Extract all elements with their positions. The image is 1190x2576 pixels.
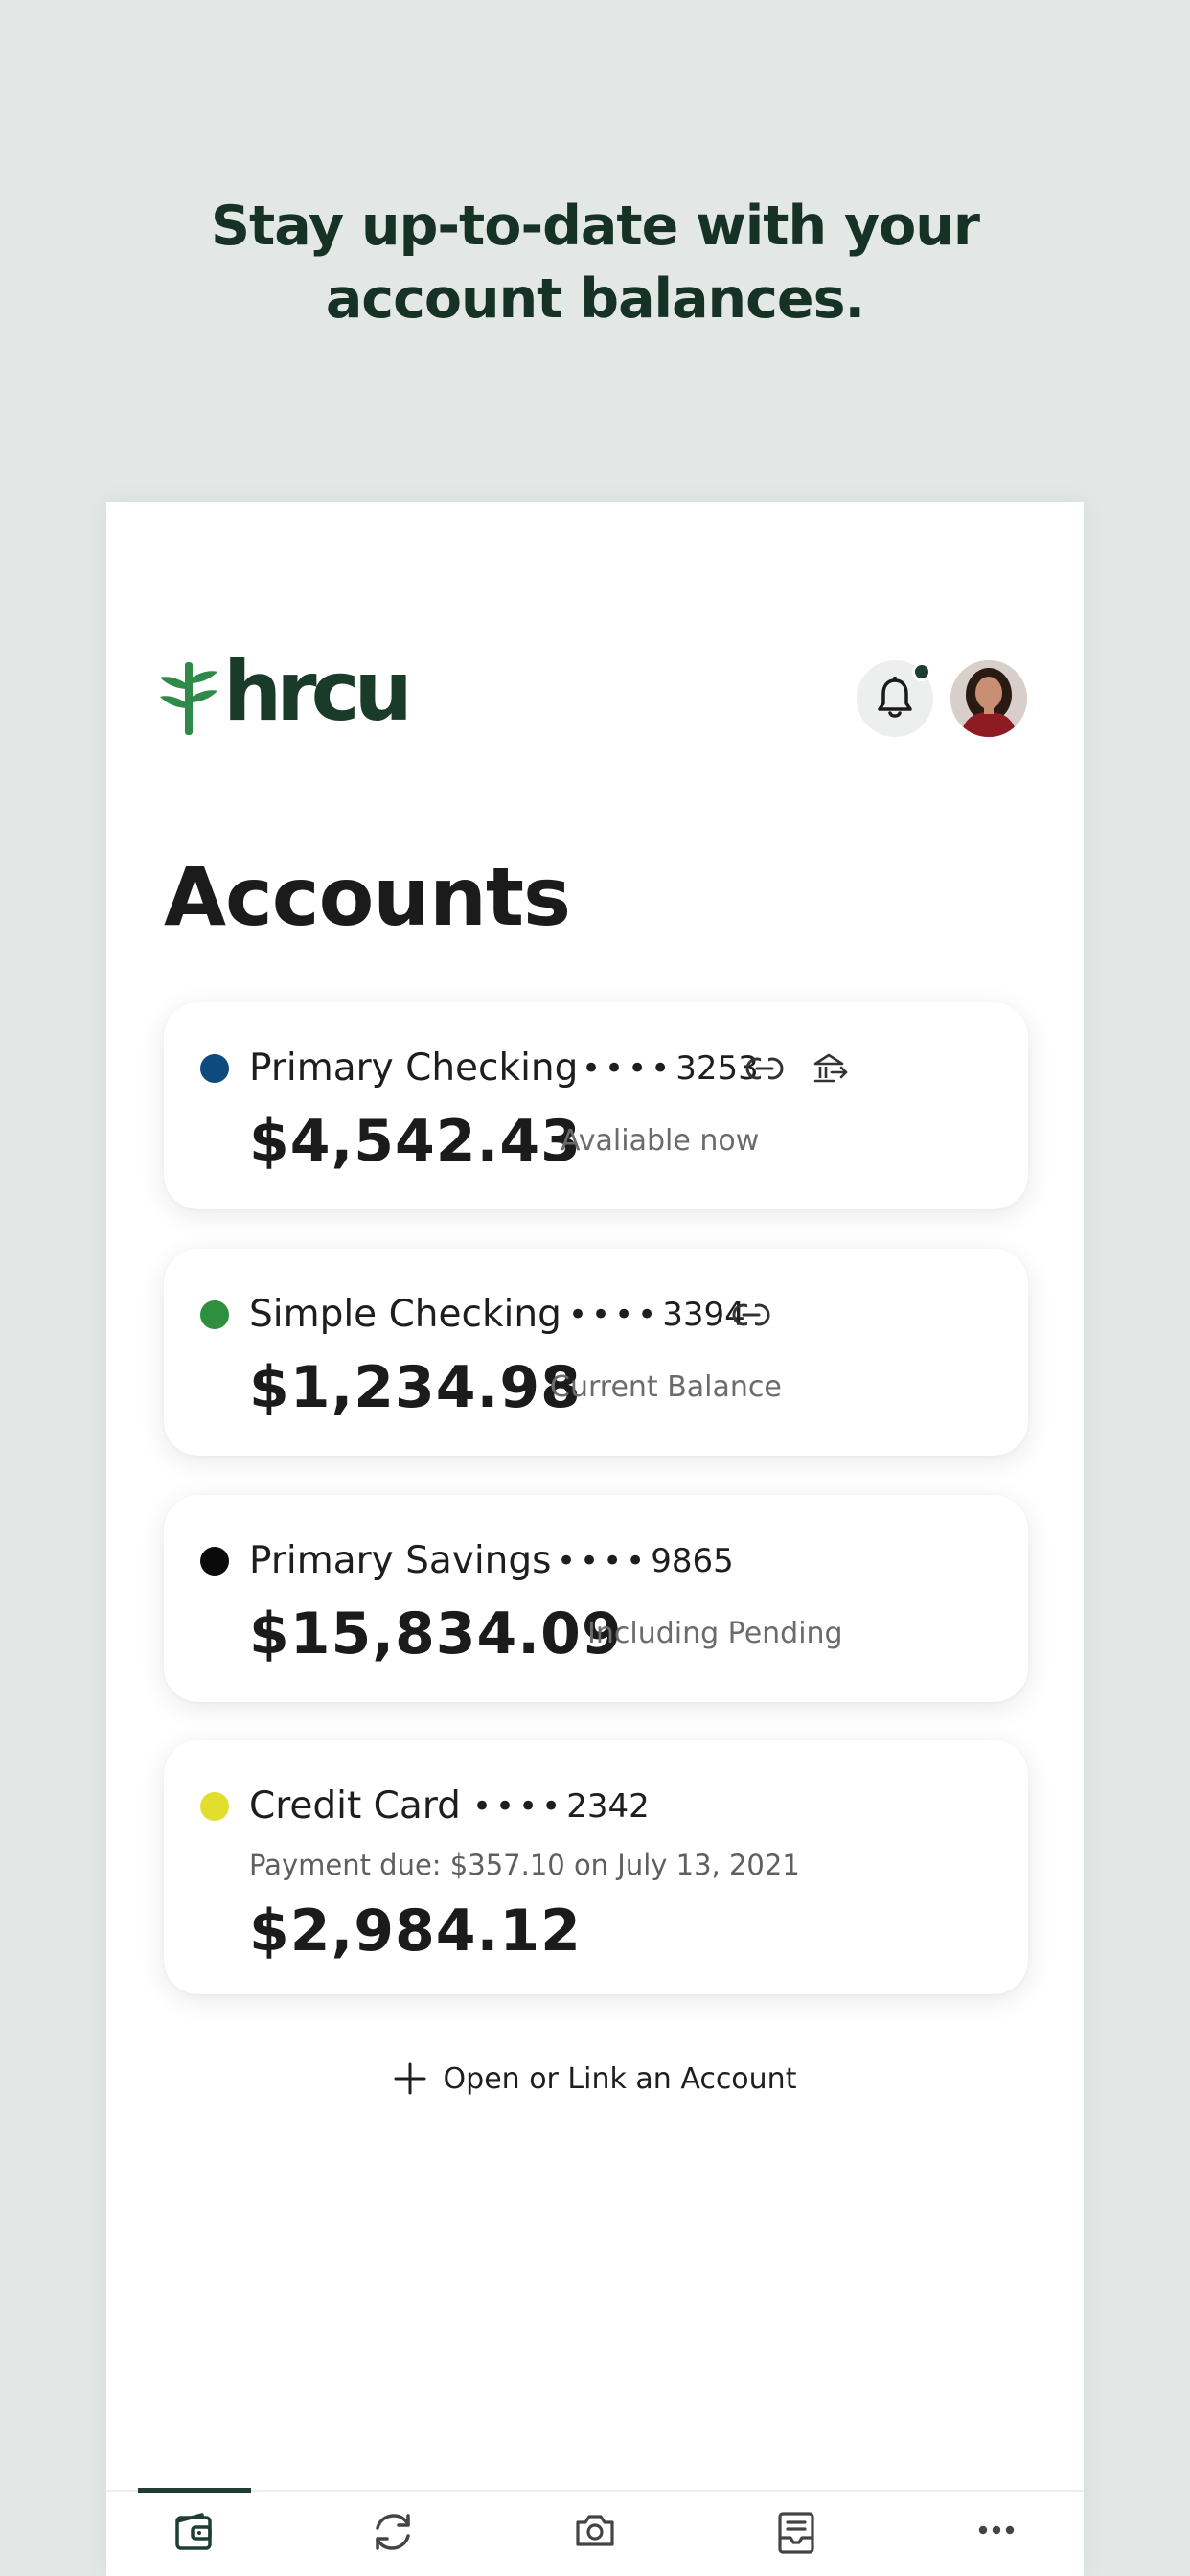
bank-transfer-icon	[813, 1053, 848, 1083]
account-number: ••••3394	[568, 1292, 745, 1338]
promo-line-2: account balances.	[325, 267, 865, 331]
plus-icon	[394, 2062, 426, 2095]
refresh-transfer-icon	[376, 2514, 410, 2550]
notification-badge	[912, 662, 931, 681]
account-mask: ••••	[568, 1296, 661, 1334]
account-card-credit-card[interactable]: Credit Card ••••2342 Payment due: $357.1…	[164, 1740, 1028, 1994]
account-name: Primary Checking	[249, 1046, 579, 1090]
active-tab-indicator	[138, 2488, 251, 2493]
brand-logo: hrcu	[160, 651, 413, 737]
account-last4: 9865	[651, 1542, 734, 1580]
bottom-tab-bar	[106, 2488, 1084, 2576]
tab-transfers[interactable]	[364, 2511, 422, 2568]
wheat-sprout-icon	[160, 662, 217, 735]
link-icon	[745, 1056, 784, 1081]
avatar-image	[950, 660, 1027, 737]
account-card-primary-savings[interactable]: Primary Savings ••••9865 $15,834.09 Incl…	[164, 1495, 1028, 1702]
account-mask: ••••	[472, 1787, 565, 1826]
promo-line-1: Stay up-to-date with your	[210, 195, 980, 258]
account-balance: $2,984.12	[249, 1898, 582, 1965]
account-balance: $1,234.98	[249, 1354, 582, 1421]
page-title: Accounts	[164, 850, 571, 944]
account-name: Simple Checking	[249, 1293, 561, 1336]
account-color-dot	[200, 1792, 229, 1821]
wallet-icon	[175, 2513, 212, 2550]
account-color-dot	[200, 1054, 229, 1083]
balance-label: Avaliable now	[561, 1124, 760, 1158]
link-icon	[732, 1302, 770, 1327]
tab-deposit[interactable]	[566, 2511, 624, 2568]
account-balance: $4,542.43	[249, 1108, 582, 1175]
payment-due-text: Payment due: $357.10 on July 13, 2021	[249, 1849, 800, 1881]
account-color-dot	[200, 1547, 229, 1576]
account-last4: 2342	[566, 1787, 650, 1826]
account-number: ••••3253	[582, 1046, 759, 1092]
tab-messages[interactable]	[767, 2511, 825, 2568]
account-mask: ••••	[582, 1049, 675, 1088]
app-screen: hrcu Accounts Primary Checking ••••3253	[106, 502, 1084, 2576]
account-card-simple-checking[interactable]: Simple Checking ••••3394 $1,234.98 Curre…	[164, 1249, 1028, 1456]
account-card-primary-checking[interactable]: Primary Checking ••••3253 $4,542.43 Aval…	[164, 1002, 1028, 1209]
balance-label: Current Balance	[550, 1370, 782, 1404]
account-color-dot	[200, 1300, 229, 1329]
open-link-account-button[interactable]: Open or Link an Account	[106, 2050, 1084, 2107]
more-dots-icon	[978, 2525, 1015, 2535]
notifications-button[interactable]	[857, 660, 933, 737]
account-number: ••••9865	[557, 1538, 734, 1584]
account-number: ••••2342	[472, 1783, 650, 1829]
account-name: Primary Savings	[249, 1539, 552, 1582]
inbox-icon	[778, 2512, 814, 2554]
open-link-account-label: Open or Link an Account	[443, 2061, 797, 2096]
account-balance: $15,834.09	[249, 1600, 623, 1668]
account-mask: ••••	[557, 1542, 650, 1580]
promo-headline: Stay up-to-date with your account balanc…	[0, 190, 1190, 335]
brand-name: hrcu	[223, 644, 413, 740]
tab-accounts[interactable]	[166, 2511, 223, 2568]
account-name: Credit Card	[249, 1784, 461, 1828]
bell-icon	[878, 677, 912, 718]
tab-more[interactable]	[968, 2511, 1025, 2568]
camera-icon	[576, 2515, 614, 2546]
user-avatar[interactable]	[950, 660, 1027, 737]
balance-label: Including Pending	[587, 1617, 843, 1650]
